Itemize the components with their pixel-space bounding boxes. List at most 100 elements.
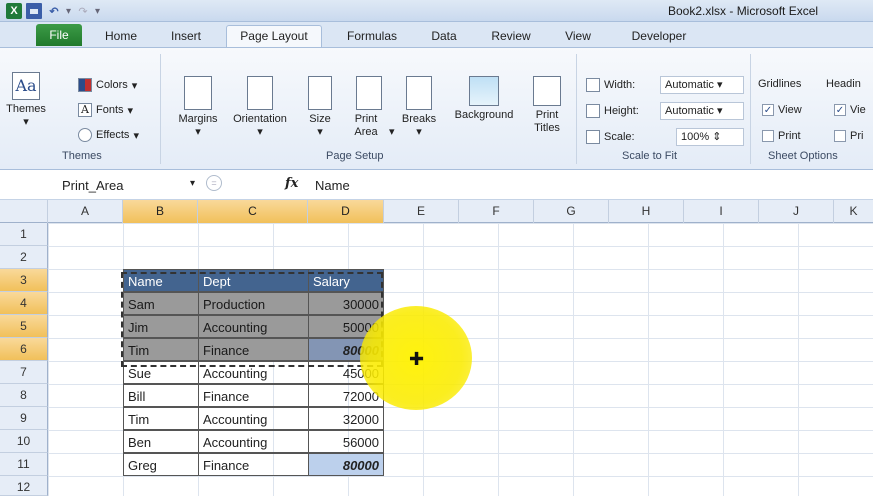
print-area-icon xyxy=(356,76,382,110)
column-header-d[interactable]: D xyxy=(308,200,384,223)
column-header-j[interactable]: J xyxy=(759,200,834,223)
width-dropdown[interactable]: Automatic ▾ xyxy=(660,76,744,94)
table-cell[interactable]: Production xyxy=(198,292,309,315)
row-header-5[interactable]: 5 xyxy=(0,315,48,338)
table-cell[interactable]: Accounting xyxy=(198,430,309,453)
margins-button[interactable]: Margins ▾ xyxy=(166,76,230,139)
table-cell[interactable]: 56000 xyxy=(308,430,384,453)
column-header-f[interactable]: F xyxy=(459,200,534,223)
group-label-sheet-options: Sheet Options xyxy=(768,150,838,162)
table-cell[interactable]: 30000 xyxy=(308,292,384,315)
tab-developer[interactable]: Developer xyxy=(614,26,704,47)
tab-formulas[interactable]: Formulas xyxy=(334,26,410,47)
orientation-button[interactable]: Orientation ▾ xyxy=(222,76,298,139)
row-header-9[interactable]: 9 xyxy=(0,407,48,430)
tab-view[interactable]: View xyxy=(556,26,600,47)
fonts-button[interactable]: A Fonts ▾ xyxy=(78,103,133,117)
column-header-c[interactable]: C xyxy=(198,200,308,223)
row-header-3[interactable]: 3 xyxy=(0,269,48,292)
undo-dropdown-icon[interactable]: ▾ xyxy=(66,6,71,17)
column-headers: A B C D E F G H I J K xyxy=(0,200,873,223)
breaks-button[interactable]: Breaks ▾ xyxy=(396,76,442,139)
fx-icon[interactable]: fx xyxy=(285,176,298,191)
column-header-i[interactable]: I xyxy=(684,200,759,223)
background-icon xyxy=(469,76,499,106)
themes-button[interactable]: Aa Themes ▾ xyxy=(6,72,46,129)
column-header-h[interactable]: H xyxy=(609,200,684,223)
headings-view-checkbox[interactable]: ✓ Vie xyxy=(834,104,866,116)
cell-select-cursor-icon: ✚ xyxy=(409,349,425,369)
table-cell[interactable]: Accounting xyxy=(198,315,309,338)
row-header-1[interactable]: 1 xyxy=(0,223,48,246)
row-header-2[interactable]: 2 xyxy=(0,246,48,269)
name-box[interactable]: Print_Area xyxy=(46,176,208,196)
save-icon[interactable] xyxy=(26,3,42,19)
table-cell[interactable]: 80000 xyxy=(308,453,384,476)
size-button[interactable]: Size ▾ xyxy=(300,76,340,139)
table-cell[interactable]: Accounting xyxy=(198,361,309,384)
table-cell[interactable]: Tim xyxy=(123,338,199,361)
scale-row: Scale: xyxy=(586,130,635,144)
name-box-dropdown-icon[interactable]: ▾ xyxy=(190,178,195,189)
background-button[interactable]: Background xyxy=(446,76,522,122)
height-dropdown[interactable]: Automatic ▾ xyxy=(660,102,744,120)
table-cell[interactable]: Finance xyxy=(198,384,309,407)
table-cell[interactable]: Bill xyxy=(123,384,199,407)
column-header-b[interactable]: B xyxy=(123,200,198,223)
column-header-a[interactable]: A xyxy=(48,200,123,223)
tab-data[interactable]: Data xyxy=(420,26,468,47)
table-cell[interactable]: Jim xyxy=(123,315,199,338)
fonts-icon: A xyxy=(78,103,92,117)
column-header-k[interactable]: K xyxy=(834,200,873,223)
gridlines-print-checkbox[interactable]: Print xyxy=(762,130,801,142)
tab-home[interactable]: Home xyxy=(96,26,146,47)
gridlines-view-checkbox[interactable]: ✓ View xyxy=(762,104,802,116)
gridlines-heading: Gridlines xyxy=(758,78,802,90)
table-header-cell[interactable]: Dept xyxy=(198,269,309,292)
redo-icon[interactable]: ↷ xyxy=(75,3,91,19)
tab-insert[interactable]: Insert xyxy=(160,26,212,47)
tab-review[interactable]: Review xyxy=(480,26,542,47)
column-header-e[interactable]: E xyxy=(384,200,459,223)
table-cell[interactable]: Accounting xyxy=(198,407,309,430)
themes-icon: Aa xyxy=(12,72,40,100)
row-header-8[interactable]: 8 xyxy=(0,384,48,407)
table-cell[interactable]: Tim xyxy=(123,407,199,430)
row-header-6[interactable]: 6 xyxy=(0,338,48,361)
table-cell[interactable]: Sam xyxy=(123,292,199,315)
table-cell[interactable]: Finance xyxy=(198,338,309,361)
table-header-cell[interactable]: Name xyxy=(123,269,199,292)
table-cell[interactable]: Finance xyxy=(198,453,309,476)
scale-spinner[interactable]: 100% ⇕ xyxy=(676,128,744,146)
tab-page-layout[interactable]: Page Layout xyxy=(226,25,322,47)
table-header-cell[interactable]: Salary xyxy=(308,269,384,292)
row-header-11[interactable]: 11 xyxy=(0,453,48,476)
table-cell[interactable]: Greg xyxy=(123,453,199,476)
table-cell[interactable]: Sue xyxy=(123,361,199,384)
formula-input[interactable]: Name xyxy=(315,176,350,196)
ribbon-tabs: File Home Insert Page Layout Formulas Da… xyxy=(0,22,873,47)
print-titles-button[interactable]: Print Titles xyxy=(526,76,568,135)
excel-logo-icon[interactable]: X xyxy=(6,3,22,19)
row-header-10[interactable]: 10 xyxy=(0,430,48,453)
table-cell[interactable]: Ben xyxy=(123,430,199,453)
colors-button[interactable]: Colors ▾ xyxy=(78,78,137,92)
column-header-g[interactable]: G xyxy=(534,200,609,223)
table-cell[interactable]: 32000 xyxy=(308,407,384,430)
select-all-corner[interactable] xyxy=(0,200,48,223)
height-icon xyxy=(586,104,600,118)
insert-function-cancel-icon[interactable]: = xyxy=(206,175,222,191)
breaks-icon xyxy=(406,76,432,110)
colors-icon xyxy=(78,78,92,92)
row-header-4[interactable]: 4 xyxy=(0,292,48,315)
undo-icon[interactable]: ↶ xyxy=(46,3,62,19)
effects-button[interactable]: Effects ▾ xyxy=(78,128,139,142)
row-header-7[interactable]: 7 xyxy=(0,361,48,384)
formula-bar: Print_Area ▾ = fx Name xyxy=(0,170,873,200)
headings-print-checkbox[interactable]: Pri xyxy=(834,130,863,142)
qat-customize-icon[interactable]: ▾ xyxy=(95,6,100,17)
tab-file[interactable]: File xyxy=(36,24,82,46)
title-bar: X ↶ ▾ ↷ ▾ Book2.xlsx - Microsoft Excel xyxy=(0,0,873,22)
row-header-12[interactable]: 12 xyxy=(0,476,48,496)
print-area-button[interactable]: Print Area ▾ xyxy=(346,76,395,139)
